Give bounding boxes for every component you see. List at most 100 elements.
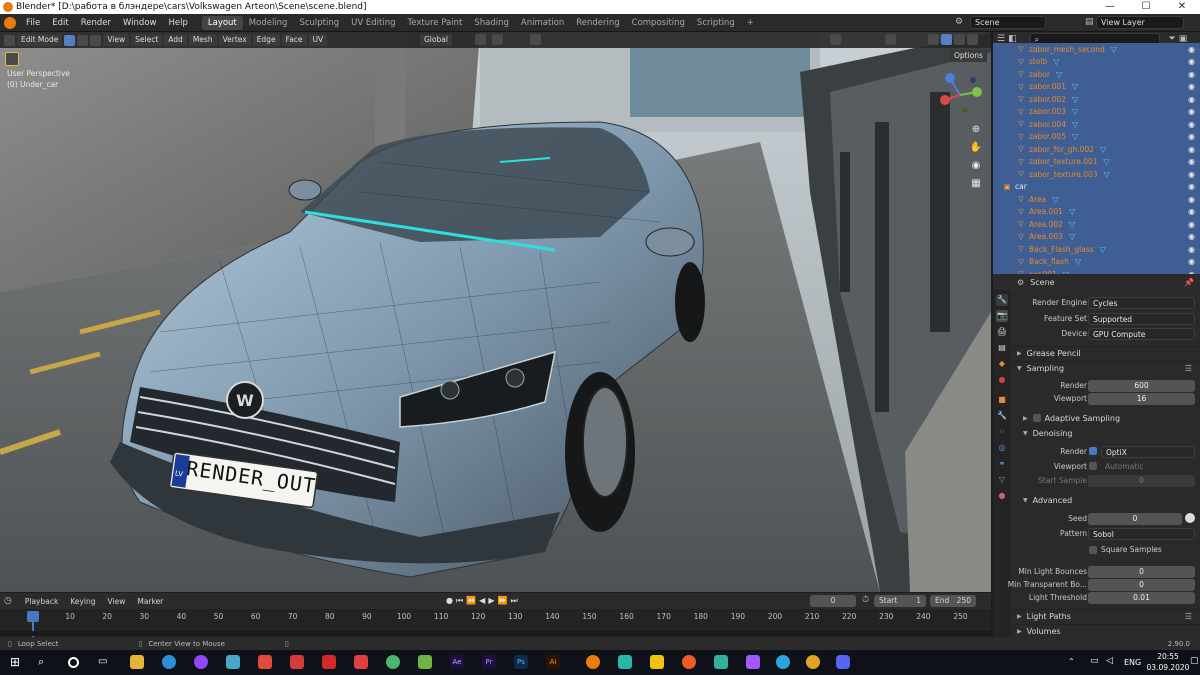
snap-icon[interactable] xyxy=(492,34,503,45)
min-bounces-input[interactable]: 0 xyxy=(1088,565,1195,578)
eye-icon[interactable]: ◉ xyxy=(1188,107,1195,116)
eye-icon[interactable]: ◉ xyxy=(1188,232,1195,241)
list-icon[interactable]: ☰ xyxy=(1185,612,1192,621)
discord-icon[interactable] xyxy=(836,655,850,669)
eye-icon[interactable]: ◉ xyxy=(1188,257,1195,266)
collection-row[interactable]: ▣ car ◉ xyxy=(993,180,1200,193)
menu-edit[interactable]: Edit xyxy=(46,18,74,28)
object-row[interactable]: ▽ Back_flash ▽ ◉ xyxy=(993,255,1200,268)
tab-uv-editing[interactable]: UV Editing xyxy=(345,16,401,30)
pattern-select[interactable]: Sobol xyxy=(1088,527,1195,540)
input-language[interactable]: ENG xyxy=(1124,658,1141,667)
illustrator-icon[interactable]: Ai xyxy=(546,655,560,669)
menu-mesh[interactable]: Mesh xyxy=(188,34,217,46)
tab-animation[interactable]: Animation xyxy=(515,16,570,30)
menu-playback[interactable]: Playback xyxy=(20,597,63,606)
denoise-render-select[interactable]: OptiX xyxy=(1101,445,1195,458)
app-icon[interactable] xyxy=(322,655,336,669)
eye-icon[interactable]: ◉ xyxy=(1188,132,1195,141)
physics-tab-icon[interactable]: ◎ xyxy=(996,442,1008,454)
object-row[interactable]: ▽ zabor_for_gh.002 ▽ ◉ xyxy=(993,143,1200,156)
perspective-grid-icon[interactable]: ▦ xyxy=(971,178,980,189)
object-row[interactable]: ▽ zabor.002 ▽ ◉ xyxy=(993,93,1200,106)
eye-icon[interactable]: ◉ xyxy=(1188,82,1195,91)
sampling-viewport-input[interactable]: 16 xyxy=(1088,392,1195,405)
menu-edge[interactable]: Edge xyxy=(252,34,280,46)
sampling-render-input[interactable]: 600 xyxy=(1088,379,1195,392)
feature-set-select[interactable]: Supported xyxy=(1088,312,1195,325)
object-row[interactable]: ▽ zabor_texture.003 ▽ ◉ xyxy=(993,168,1200,181)
menu-timeline-view[interactable]: View xyxy=(103,597,131,606)
denoise-viewport-select[interactable]: Automatic xyxy=(1101,461,1195,473)
start-sample-input[interactable]: 0 xyxy=(1088,474,1195,487)
select-tool-icon[interactable] xyxy=(5,52,19,66)
app-icon[interactable] xyxy=(682,655,696,669)
volume-icon[interactable]: ◁ xyxy=(1106,656,1113,666)
render-tab-icon[interactable]: 📷 xyxy=(996,310,1008,322)
menu-add[interactable]: Add xyxy=(164,34,187,46)
object-row[interactable]: ▽ zabor.003 ▽ ◉ xyxy=(993,105,1200,118)
adaptive-sampling-checkbox[interactable] xyxy=(1032,414,1041,422)
timeline[interactable]: 0102030405060708090100110120130140150160… xyxy=(0,609,991,637)
timeline-scrollbar[interactable] xyxy=(0,631,991,636)
timeline-type-icon[interactable]: ◷ xyxy=(4,596,12,606)
figma-icon[interactable] xyxy=(746,655,760,669)
jump-end-icon[interactable]: ⏭ xyxy=(510,596,520,605)
menu-marker[interactable]: Marker xyxy=(132,597,168,606)
tab-scripting[interactable]: Scripting xyxy=(691,16,741,30)
min-transparent-input[interactable]: 0 xyxy=(1088,578,1195,591)
object-row[interactable]: ▽ Area.001 ▽ ◉ xyxy=(993,205,1200,218)
eye-icon[interactable]: ◉ xyxy=(1188,145,1195,154)
world-tab-icon[interactable]: ● xyxy=(996,374,1008,386)
menu-window[interactable]: Window xyxy=(117,18,163,28)
menu-view[interactable]: View xyxy=(103,34,130,46)
data-tab-icon[interactable]: ▽ xyxy=(996,474,1008,486)
menu-help[interactable]: Help xyxy=(162,18,193,28)
light-paths-panel[interactable]: ▶ Light Paths ☰ xyxy=(1011,609,1200,623)
cortana-icon[interactable] xyxy=(68,657,79,668)
scene-tab-icon[interactable]: ◆ xyxy=(996,358,1008,370)
denoise-viewport-checkbox[interactable] xyxy=(1089,462,1097,470)
app-icon[interactable] xyxy=(354,655,368,669)
network-icon[interactable]: ▭ xyxy=(1090,656,1099,666)
eye-icon[interactable]: ◉ xyxy=(1188,45,1195,54)
clock-date[interactable]: 03.09.2020 xyxy=(1146,663,1190,672)
denoise-render-checkbox[interactable] xyxy=(1089,447,1097,455)
orientation-selector[interactable]: Global xyxy=(420,34,452,46)
tab-shading[interactable]: Shading xyxy=(468,16,515,30)
record-icon[interactable]: ● xyxy=(446,596,456,605)
menu-select[interactable]: Select xyxy=(131,34,163,46)
menu-face[interactable]: Face xyxy=(281,34,307,46)
editor-type-icon[interactable] xyxy=(4,34,15,46)
chrome-icon[interactable] xyxy=(806,655,820,669)
eye-icon[interactable]: ◉ xyxy=(1188,182,1195,191)
advanced-panel[interactable]: ▼ Advanced xyxy=(1011,493,1200,507)
tool-tab-icon[interactable]: 🔧 xyxy=(996,294,1008,306)
app-icon[interactable] xyxy=(290,655,304,669)
view-layer-tab-icon[interactable]: ▤ xyxy=(996,342,1008,354)
eye-icon[interactable]: ◉ xyxy=(1188,120,1195,129)
app-icon[interactable] xyxy=(386,655,400,669)
blender-menu-icon[interactable] xyxy=(4,16,16,29)
premiere-icon[interactable]: Pr xyxy=(482,655,496,669)
app-icon[interactable] xyxy=(714,655,728,669)
object-tab-icon[interactable]: ■ xyxy=(996,394,1008,406)
device-select[interactable]: GPU Compute xyxy=(1088,327,1195,340)
navigation-gizmo[interactable] xyxy=(935,70,985,120)
end-frame-input[interactable]: End 250 xyxy=(930,595,976,607)
vertex-select-icon[interactable] xyxy=(64,34,76,46)
pivot-icon[interactable] xyxy=(475,34,486,45)
maximize-button[interactable]: ☐ xyxy=(1128,0,1164,14)
reverse-play-icon[interactable]: ◀ xyxy=(479,596,488,605)
eye-icon[interactable]: ◉ xyxy=(1188,70,1195,79)
menu-uv[interactable]: UV xyxy=(308,34,328,46)
square-samples-toggle[interactable]: Square Samples xyxy=(1089,545,1162,554)
minimize-button[interactable]: — xyxy=(1092,0,1128,14)
add-workspace-icon[interactable]: + xyxy=(741,16,760,30)
seed-clock-icon[interactable] xyxy=(1185,513,1195,523)
object-row[interactable]: ▽ Back_Flash_glass ▽ ◉ xyxy=(993,243,1200,256)
denoising-panel[interactable]: ▼ Denoising xyxy=(1011,426,1200,440)
menu-file[interactable]: File xyxy=(20,18,46,28)
particles-tab-icon[interactable]: ⁘ xyxy=(996,426,1008,438)
clock-time[interactable]: 20:55 xyxy=(1148,652,1188,661)
